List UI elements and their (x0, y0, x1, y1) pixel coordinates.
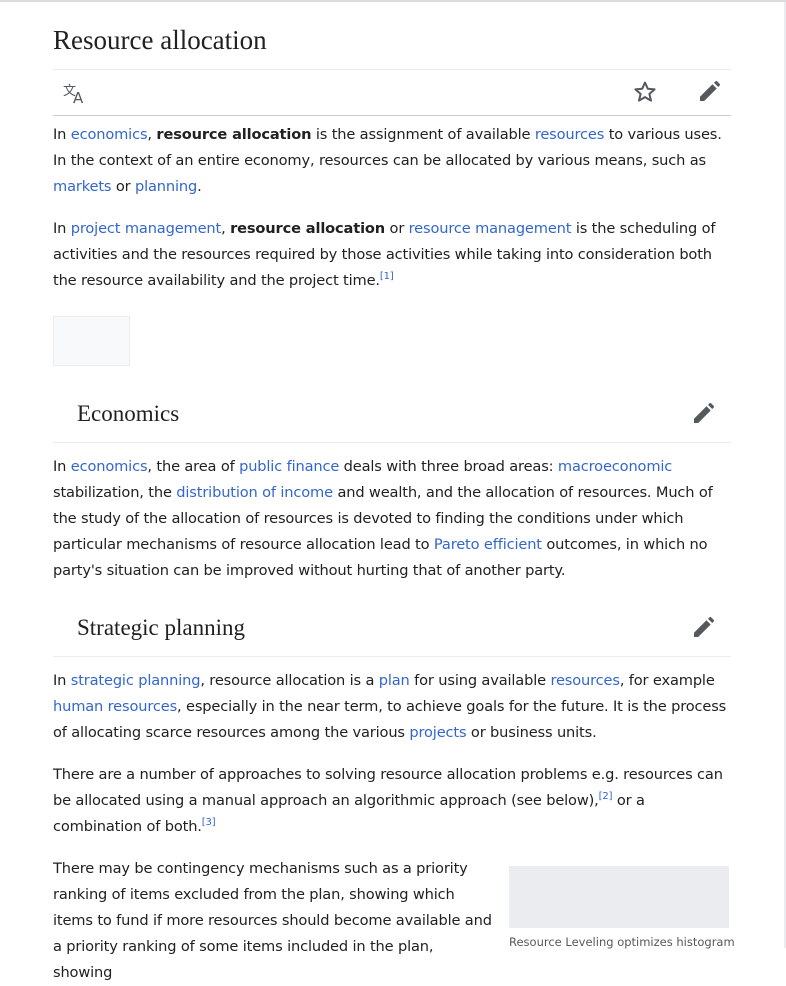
reference-3[interactable]: [3] (202, 817, 216, 828)
link-plan[interactable]: plan (379, 672, 410, 689)
pencil-icon[interactable] (697, 80, 721, 104)
text: In (53, 458, 71, 475)
text: , resource allocation is a (200, 672, 379, 689)
link-strategic-planning[interactable]: strategic planning (71, 672, 201, 689)
link-planning[interactable]: planning (135, 178, 197, 195)
text: In (53, 220, 71, 237)
text: or (111, 178, 135, 195)
text: or business units. (466, 724, 597, 741)
text: . (197, 178, 202, 195)
link-pareto-efficient[interactable]: Pareto efficient (434, 536, 542, 553)
section-heading-economics: Economics (53, 386, 731, 443)
page-title: Resource allocation (53, 25, 267, 55)
text: or (385, 220, 409, 237)
intro-paragraph-1: In economics, resource allocation is the… (53, 122, 731, 200)
link-project-management[interactable]: project management (71, 220, 222, 237)
link-macroeconomic[interactable]: macroeconomic (558, 458, 672, 475)
language-icon[interactable]: 文 A (63, 82, 89, 104)
text: In (53, 672, 71, 689)
page-actions-bar: 文 A (53, 69, 731, 116)
text: deals with three broad areas: (339, 458, 558, 475)
pencil-icon[interactable] (691, 402, 715, 426)
svg-text:A: A (73, 89, 84, 104)
reference-1[interactable]: [1] (380, 271, 394, 282)
link-projects[interactable]: projects (409, 724, 466, 741)
text: In (53, 126, 71, 143)
bold-term: resource allocation (230, 220, 386, 237)
text: , for example (619, 672, 715, 689)
toc-placeholder (53, 316, 130, 366)
section-heading-strategic-planning: Strategic planning (53, 600, 731, 657)
link-resource-management[interactable]: resource management (409, 220, 572, 237)
link-economics[interactable]: economics (71, 126, 148, 143)
link-human-resources[interactable]: human resources (53, 698, 177, 715)
text: There may be contingency mechanisms such… (53, 860, 492, 981)
section-title: Economics (77, 401, 180, 426)
link-public-finance[interactable]: public finance (239, 458, 339, 475)
section-title: Strategic planning (77, 615, 245, 640)
top-border (0, 0, 786, 2)
link-economics[interactable]: economics (71, 458, 148, 475)
link-resources[interactable]: resources (550, 672, 620, 689)
text: for using available (409, 672, 551, 689)
star-icon[interactable] (633, 80, 657, 104)
strategic-paragraph-1: In strategic planning, resource allocati… (53, 668, 731, 746)
economics-paragraph: In economics, the area of public finance… (53, 454, 731, 584)
text: stabilization, the (53, 484, 177, 501)
text: , the area of (147, 458, 240, 475)
text: is the assignment of available (311, 126, 535, 143)
link-distribution-of-income[interactable]: distribution of income (176, 484, 333, 501)
link-resources[interactable]: resources (535, 126, 605, 143)
pencil-icon[interactable] (691, 616, 715, 640)
bold-term: resource allocation (156, 126, 312, 143)
reference-2[interactable]: [2] (599, 791, 613, 802)
link-markets[interactable]: markets (53, 178, 112, 195)
text: , (221, 220, 231, 237)
strategic-paragraph-2: There are a number of approaches to solv… (53, 762, 731, 840)
figure-image-placeholder[interactable] (509, 866, 729, 928)
intro-paragraph-2: In project management, resource allocati… (53, 216, 731, 294)
strategic-paragraph-3: There may be contingency mechanisms such… (53, 856, 493, 986)
